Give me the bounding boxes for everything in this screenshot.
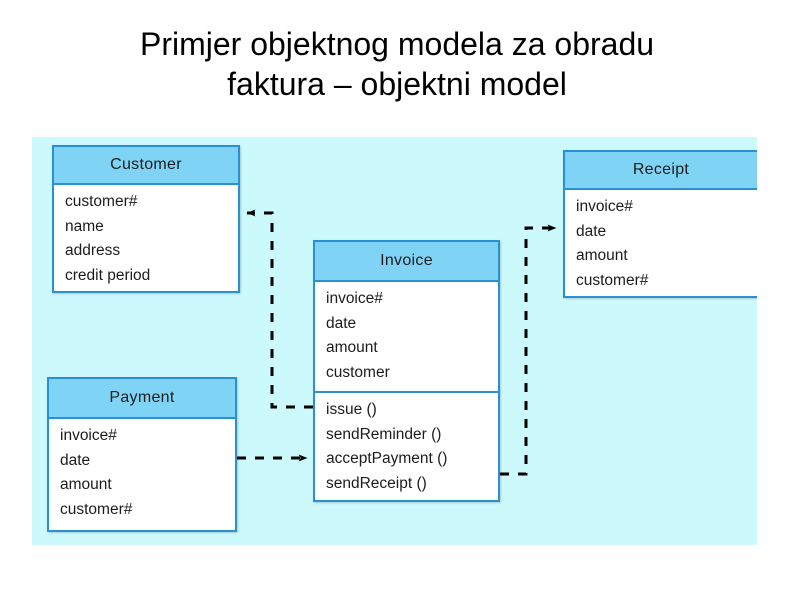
class-name-payment: Payment <box>49 379 235 419</box>
attribute-row: customer# <box>65 193 138 210</box>
attribute-row: amount <box>60 476 112 493</box>
attribute-row: credit period <box>65 266 151 284</box>
attribute-row: address <box>65 242 121 259</box>
operation-row: sendReminder () <box>326 425 442 443</box>
attribute-row: date <box>326 314 357 332</box>
attribute-row: invoice# <box>60 427 117 444</box>
class-name-invoice: Invoice <box>315 242 498 282</box>
attribute-row: invoice# <box>326 290 383 307</box>
page-title-line-2: faktura – objektni model <box>227 66 567 102</box>
connector-invoice-to-customer <box>246 209 313 409</box>
attributes-invoice: invoice# date amount customer <box>315 282 498 391</box>
operation-row: issue () <box>326 401 377 418</box>
operations-invoice: issue () sendReminder () acceptPayment (… <box>315 391 498 502</box>
attribute-row: name <box>65 217 104 235</box>
attribute-row: date <box>60 451 91 469</box>
diagram-canvas: Customer customer# name address credit p… <box>32 137 757 545</box>
attribute-row: amount <box>576 247 628 264</box>
operation-row: acceptPayment () <box>326 450 448 467</box>
attribute-row: date <box>576 222 607 240</box>
class-name-customer: Customer <box>54 147 238 185</box>
class-box-invoice[interactable]: Invoice invoice# date amount customer is… <box>313 240 500 502</box>
attribute-row: invoice# <box>576 198 633 215</box>
attribute-row: customer# <box>60 500 133 518</box>
page-title: Primjer objektnog modela za obradu faktu… <box>0 24 794 104</box>
class-box-receipt[interactable]: Receipt invoice# date amount customer# <box>563 150 757 298</box>
operation-row: sendReceipt () <box>326 474 427 492</box>
connector-invoice-to-receipt <box>500 224 557 476</box>
page-title-line-1: Primjer objektnog modela za obradu <box>139 26 655 62</box>
class-box-payment[interactable]: Payment invoice# date amount customer# <box>47 377 237 532</box>
attribute-row: customer <box>326 363 390 381</box>
attributes-receipt: invoice# date amount customer# <box>565 190 757 299</box>
attribute-row: customer# <box>576 271 649 289</box>
attributes-payment: invoice# date amount customer# <box>49 419 235 528</box>
class-box-customer[interactable]: Customer customer# name address credit p… <box>52 145 240 293</box>
class-name-receipt: Receipt <box>565 152 757 190</box>
attributes-customer: customer# name address credit period <box>54 185 238 294</box>
attribute-row: amount <box>326 339 378 356</box>
